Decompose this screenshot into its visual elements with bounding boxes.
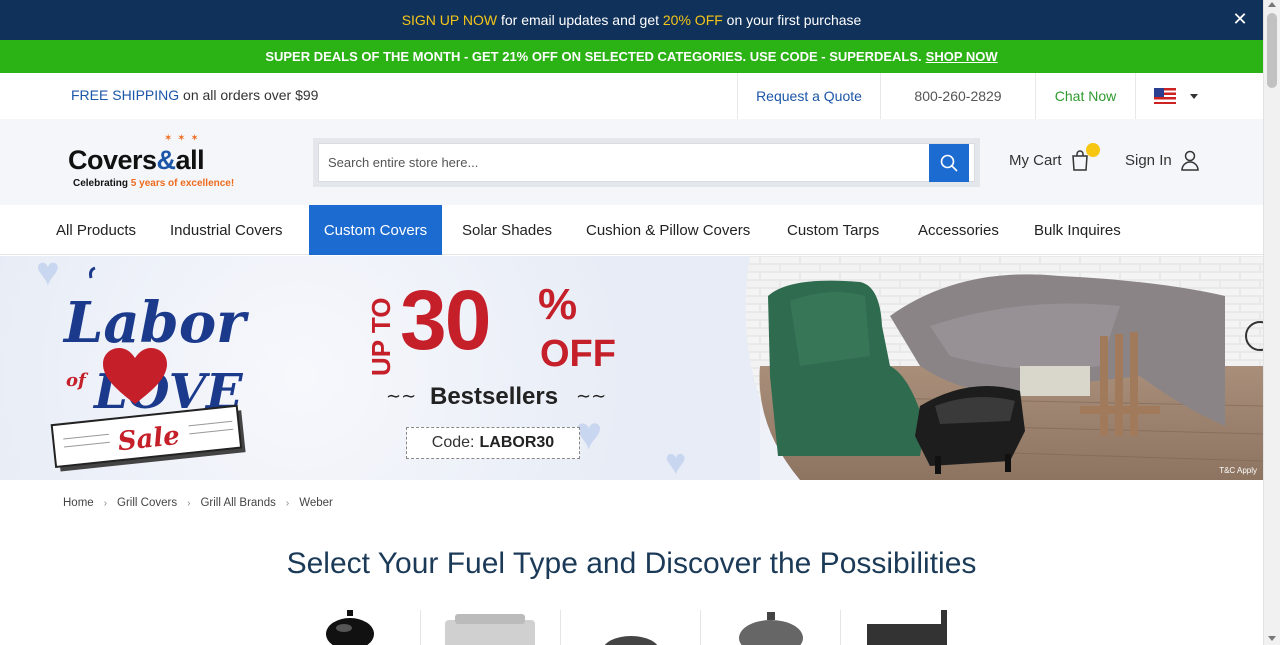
page: SIGN UP NOW for email updates and get 20…: [0, 0, 1263, 645]
deals-text: SUPER DEALS OF THE MONTH - GET 21% OFF O…: [265, 49, 922, 64]
breadcrumb-home[interactable]: Home: [63, 497, 94, 509]
promo-code-value: LABOR30: [479, 434, 555, 451]
search-icon: [940, 154, 958, 172]
of-script-text: of: [66, 370, 89, 391]
fuel-type-options: [310, 610, 970, 645]
discount-amount: 30: [400, 273, 491, 367]
close-icon[interactable]: ✕: [1231, 10, 1249, 28]
labor-script-text: Labor: [62, 290, 249, 356]
search-input[interactable]: [319, 144, 919, 181]
labor-of-love-sale-badge: Labor of LOVE Sale: [50, 266, 249, 472]
utility-bar: FREE SHIPPING on all orders over $99 Req…: [0, 73, 1263, 119]
cart-count-badge: [1085, 143, 1100, 157]
search-bar: [313, 138, 980, 187]
discount-percent-sign: %: [538, 280, 578, 329]
chevron-right-icon: ›: [285, 497, 290, 509]
nav-item-accessories[interactable]: Accessories: [906, 205, 1011, 255]
free-shipping-notice: FREE SHIPPING on all orders over $99: [71, 87, 319, 103]
promo-code-box[interactable]: Code: LABOR30: [406, 427, 580, 459]
chevron-right-icon: ›: [187, 497, 191, 509]
breadcrumb-grill-all-brands[interactable]: Grill All Brands: [200, 497, 275, 509]
site-header: ✶ ✶ ✶ Covers&all Celebrating 5 years of …: [0, 119, 1263, 205]
super-deals-bar: SUPER DEALS OF THE MONTH - GET 21% OFF O…: [0, 40, 1263, 73]
breadcrumb: Home › Grill Covers › Grill All Brands ›…: [63, 497, 333, 509]
fuel-option-kettle-silver[interactable]: [700, 610, 840, 645]
chat-now-link[interactable]: Chat Now: [1035, 73, 1135, 119]
fuel-option-pellet-smoker[interactable]: [840, 610, 980, 645]
shopping-bag-icon: [1070, 143, 1100, 171]
logo-stars-icon: ✶ ✶ ✶: [164, 133, 200, 144]
nav-item-industrial-covers[interactable]: Industrial Covers: [158, 205, 295, 255]
discount-off-text: OFF: [540, 333, 616, 375]
my-cart-button[interactable]: My Cart: [1009, 143, 1100, 171]
breadcrumb-grill-covers[interactable]: Grill Covers: [117, 497, 177, 509]
fuel-option-kamado[interactable]: [560, 610, 700, 645]
user-icon: [1180, 150, 1199, 171]
nav-item-all-products[interactable]: All Products: [44, 205, 148, 255]
svg-text:UP TO: UP TO: [366, 297, 396, 376]
signup-link[interactable]: SIGN UP NOW for email updates and get 20…: [402, 12, 862, 28]
covered-patio-furniture-image: [745, 256, 1263, 480]
chevron-right-icon: ›: [103, 497, 108, 509]
nav-item-bulk-inquires[interactable]: Bulk Inquires: [1022, 205, 1133, 255]
request-quote-link[interactable]: Request a Quote: [737, 73, 880, 119]
search-button[interactable]: [929, 144, 969, 182]
sign-in-button[interactable]: Sign In: [1125, 149, 1200, 171]
cart-label: My Cart: [1009, 151, 1062, 169]
labor-of-love-sale-banner[interactable]: ♥ ♥ ♥ Labor of LOVE Sale UP TO 30 % OFF …: [0, 256, 1263, 480]
signup-announcement-bar: SIGN UP NOW for email updates and get 20…: [0, 0, 1263, 40]
terms-apply-text: T&C Apply: [1219, 466, 1257, 475]
heart-icon: ♥: [665, 441, 687, 480]
us-flag-icon: [1153, 88, 1176, 104]
nav-item-cushion-pillow-covers[interactable]: Cushion & Pillow Covers: [574, 205, 762, 255]
scrollbar-thumb[interactable]: [1267, 13, 1277, 88]
phone-number-link[interactable]: 800-260-2829: [880, 73, 1035, 119]
scroll-down-icon[interactable]: [1268, 636, 1276, 641]
up-to-text: UP TO: [366, 297, 396, 376]
nav-item-custom-covers[interactable]: Custom Covers: [309, 205, 442, 255]
decorative-swash-right: ∼∼: [576, 386, 607, 406]
country-selector[interactable]: [1135, 73, 1215, 119]
bestsellers-text: Bestsellers: [430, 383, 559, 410]
sign-in-label: Sign In: [1125, 151, 1172, 169]
decorative-swash-left: ∼∼: [386, 386, 417, 406]
scroll-up-icon[interactable]: [1268, 2, 1276, 7]
fuel-option-gas-grill[interactable]: [420, 610, 560, 645]
main-navigation: All Products Industrial Covers Custom Co…: [0, 205, 1263, 255]
breadcrumb-current-weber: Weber: [299, 497, 333, 509]
covers-and-all-logo[interactable]: ✶ ✶ ✶ Covers&all Celebrating 5 years of …: [68, 133, 243, 193]
nav-item-solar-shades[interactable]: Solar Shades: [450, 205, 564, 255]
chevron-down-icon: [1189, 93, 1198, 99]
shop-now-link[interactable]: SHOP NOW: [926, 49, 998, 64]
fuel-type-heading: Select Your Fuel Type and Discover the P…: [286, 547, 977, 580]
nav-item-custom-tarps[interactable]: Custom Tarps: [775, 205, 891, 255]
vertical-scrollbar[interactable]: [1263, 0, 1280, 645]
